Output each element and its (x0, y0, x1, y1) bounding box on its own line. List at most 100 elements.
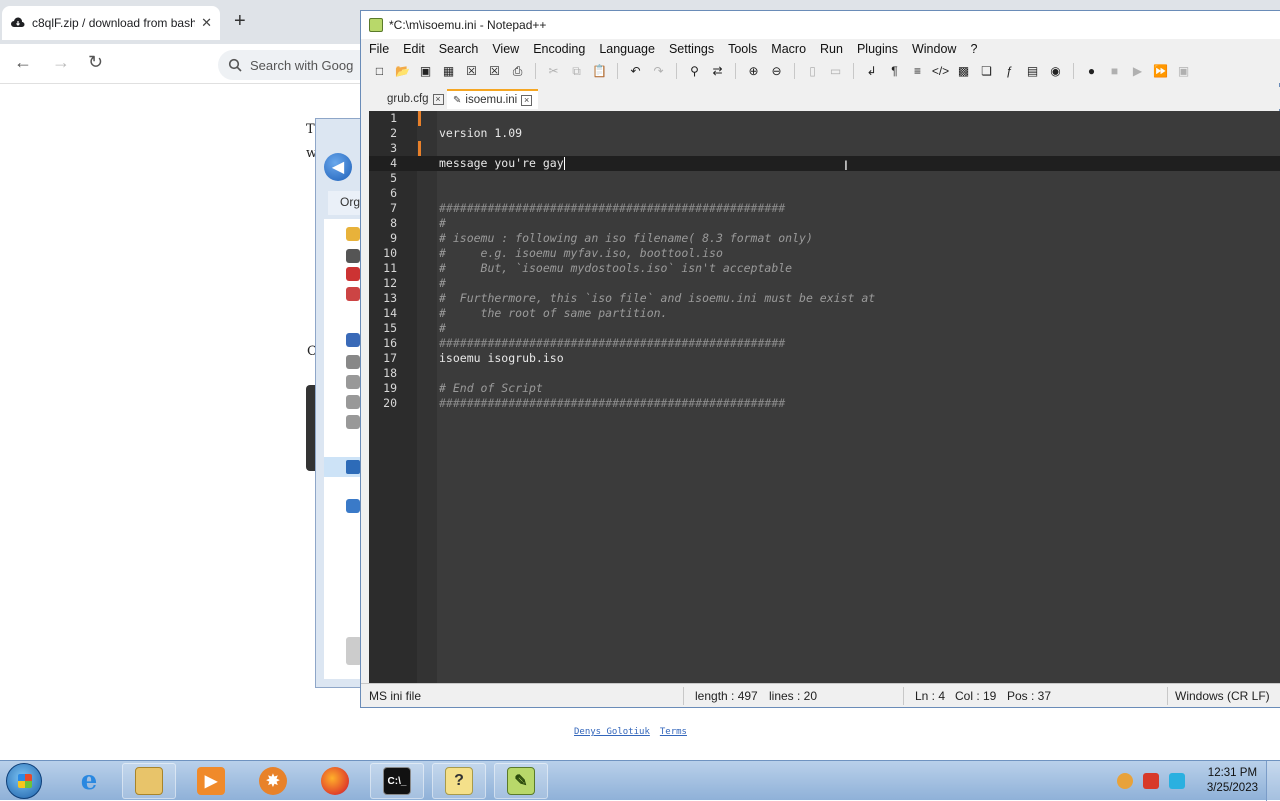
lang-xml-icon[interactable]: </> (932, 63, 949, 80)
editor-line[interactable]: 20 ######################################… (369, 396, 1280, 411)
macro-save-icon[interactable]: ▣ (1175, 63, 1192, 80)
editor-line[interactable]: 1 (369, 111, 1280, 126)
back-arrow-icon[interactable]: ← (14, 52, 32, 73)
editor-line[interactable]: 11 # But, `isoemu mydostools.iso` isn't a… (369, 261, 1280, 276)
menu-search[interactable]: Search (439, 42, 479, 56)
editor-line[interactable]: 12 # (369, 276, 1280, 291)
replace-icon[interactable]: ⇄ (709, 63, 726, 80)
line-text: ########################################… (439, 201, 786, 215)
menu-window[interactable]: Window (912, 42, 956, 56)
tab-isoemu-ini[interactable]: ✎ isoemu.ini × (447, 89, 539, 109)
tab-close-icon[interactable]: × (432, 93, 444, 105)
reload-icon[interactable]: ↻ (88, 52, 103, 73)
print-icon[interactable]: ⎙ (509, 63, 526, 80)
editor-line[interactable]: 2 version 1.09 (369, 126, 1280, 141)
undo-icon[interactable]: ↶ (627, 63, 644, 80)
macro-play-icon[interactable]: ▶ (1129, 63, 1146, 80)
editor-line[interactable]: 14 # the root of same partition. (369, 306, 1280, 321)
line-number: 2 (390, 126, 397, 140)
save-icon[interactable]: ▣ (417, 63, 434, 80)
tab-grub-cfg[interactable]: grub.cfg × (381, 89, 450, 109)
paste-icon[interactable]: 📋 (591, 63, 608, 80)
footer-link-terms[interactable]: Terms (660, 727, 687, 737)
menu-view[interactable]: View (492, 42, 519, 56)
zoom-in-icon[interactable]: ⊕ (745, 63, 762, 80)
open-file-icon[interactable]: 📂 (394, 63, 411, 80)
editor-line[interactable]: 3 (369, 141, 1280, 156)
macro-run-multiple-icon[interactable]: ⏩ (1152, 63, 1169, 80)
network-icon[interactable] (1168, 773, 1185, 789)
browser-tab[interactable]: c8qlF.zip / download from bash ✕ (2, 6, 220, 40)
editor-line[interactable]: 19 # End of Script (369, 381, 1280, 396)
find-icon[interactable]: ⚲ (686, 63, 703, 80)
show-desktop-button[interactable] (1266, 761, 1280, 801)
word-wrap-icon[interactable]: ↲ (863, 63, 880, 80)
taskbar-ie[interactable]: e (62, 763, 116, 799)
sync-horizontal-icon[interactable]: ▭ (827, 63, 844, 80)
taskbar-notepadpp[interactable]: ✎ (494, 763, 548, 799)
editor-line[interactable]: 7 #######################################… (369, 201, 1280, 216)
editor-line[interactable]: 13 # Furthermore, this `iso file` and iso… (369, 291, 1280, 306)
text-editor[interactable]: 1 2 version 1.09 3 4 message you're gay 5 6 7 ###… (369, 111, 1280, 683)
menu-language[interactable]: Language (599, 42, 655, 56)
menu-macro[interactable]: Macro (771, 42, 806, 56)
editor-line[interactable]: 6 (369, 186, 1280, 201)
taskbar-explorer[interactable] (122, 763, 176, 799)
close-icon[interactable]: ☒ (463, 63, 480, 80)
toolbar-separator (794, 63, 795, 79)
editor-line[interactable]: 8 # (369, 216, 1280, 231)
taskbar-firefox[interactable] (308, 763, 362, 799)
menu-plugins[interactable]: Plugins (857, 42, 898, 56)
editor-line[interactable]: 9 # isoemu : following an iso filename( 8… (369, 231, 1280, 246)
editor-line[interactable]: 16 ######################################… (369, 336, 1280, 351)
taskbar-media-player[interactable]: ▶ (184, 763, 238, 799)
menu-settings[interactable]: Settings (669, 42, 714, 56)
npp-title-bar[interactable]: *C:\m\isoemu.ini - Notepad++ (361, 11, 1280, 39)
line-text: # Furthermore, this `iso file` and isoem… (439, 291, 876, 305)
show-all-chars-icon[interactable]: ¶ (886, 63, 903, 80)
close-all-icon[interactable]: ☒ (486, 63, 503, 80)
tab-label: isoemu.ini (465, 94, 518, 106)
indent-guide-icon[interactable]: ≡ (909, 63, 926, 80)
zoom-out-icon[interactable]: ⊖ (768, 63, 785, 80)
cut-icon[interactable]: ✂ (545, 63, 562, 80)
explorer-back-icon[interactable]: ◀ (324, 153, 352, 181)
start-button[interactable] (6, 763, 42, 799)
redo-icon[interactable]: ↷ (650, 63, 667, 80)
menu-run[interactable]: Run (820, 42, 843, 56)
forward-arrow-icon[interactable]: → (52, 52, 70, 73)
document-map-icon[interactable]: ▩ (955, 63, 972, 80)
menu-help[interactable]: ? (970, 42, 977, 56)
editor-line[interactable]: 18 (369, 366, 1280, 381)
editor-line[interactable]: 10 # e.g. isoemu myfav.iso, boottool.iso (369, 246, 1280, 261)
clock[interactable]: 12:31 PM 3/25/2023 (1207, 766, 1258, 796)
tab-close-icon[interactable]: ✕ (201, 15, 212, 31)
folder-icon (135, 767, 163, 795)
macro-stop-icon[interactable]: ■ (1106, 63, 1123, 80)
taskbar-help[interactable]: ? (432, 763, 486, 799)
menu-file[interactable]: File (369, 42, 389, 56)
editor-line[interactable]: 5 (369, 171, 1280, 186)
save-all-icon[interactable]: ▦ (440, 63, 457, 80)
footer-link-author[interactable]: Denys Golotiuk (574, 727, 650, 737)
folder-as-workspace-icon[interactable]: ▤ (1024, 63, 1041, 80)
menu-tools[interactable]: Tools (728, 42, 757, 56)
new-file-icon[interactable]: □ (371, 63, 388, 80)
editor-line[interactable]: 4 message you're gay (369, 156, 1280, 171)
flag-icon[interactable] (1142, 773, 1159, 789)
menu-edit[interactable]: Edit (403, 42, 425, 56)
macro-record-icon[interactable]: ● (1083, 63, 1100, 80)
monitoring-icon[interactable]: ◉ (1047, 63, 1064, 80)
taskbar-cmd[interactable]: C:\_ (370, 763, 424, 799)
document-list-icon[interactable]: ❏ (978, 63, 995, 80)
taskbar-app[interactable]: ✸ (246, 763, 300, 799)
sync-vertical-icon[interactable]: ▯ (804, 63, 821, 80)
menu-encoding[interactable]: Encoding (533, 42, 585, 56)
function-list-icon[interactable]: ƒ (1001, 63, 1018, 80)
editor-line[interactable]: 17 isoemu isogrub.iso (369, 351, 1280, 366)
copy-icon[interactable]: ⧉ (568, 63, 585, 80)
search-tray-icon[interactable] (1116, 773, 1133, 789)
editor-line[interactable]: 15 # (369, 321, 1280, 336)
new-tab-button[interactable]: + (234, 10, 246, 33)
tab-close-icon[interactable]: × (521, 94, 533, 106)
